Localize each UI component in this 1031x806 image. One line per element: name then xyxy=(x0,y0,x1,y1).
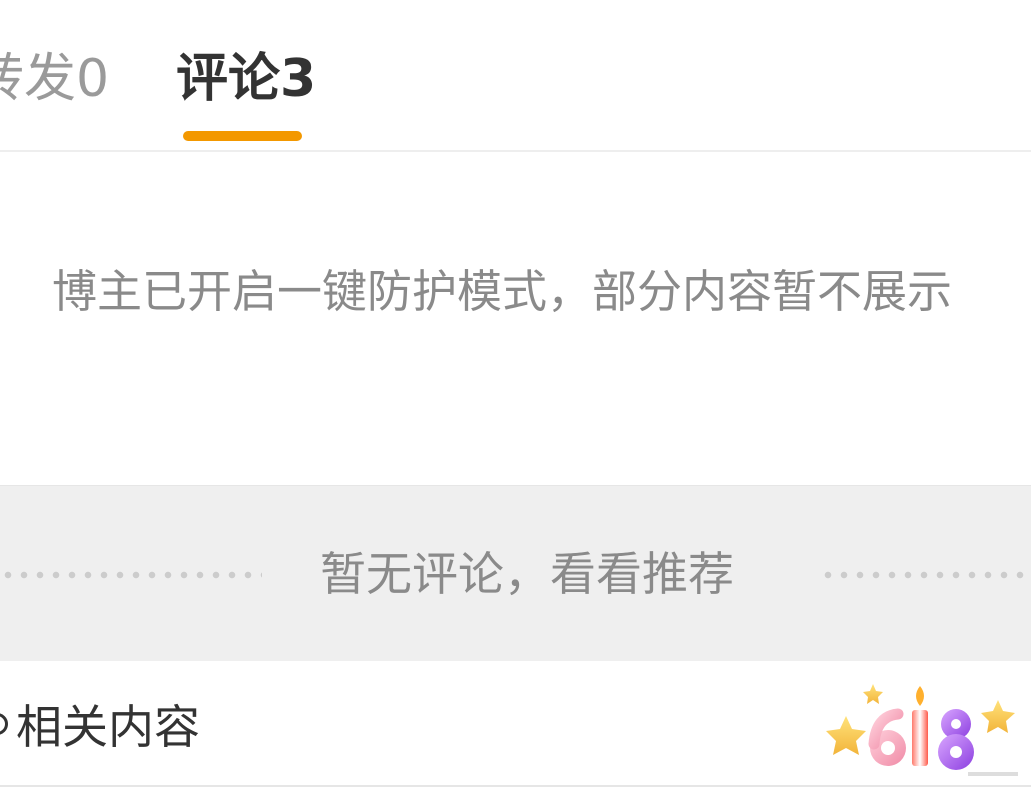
tab-bar: 转发0 评论3 xyxy=(0,0,1031,152)
active-tab-indicator xyxy=(183,131,302,141)
dotted-divider-left xyxy=(0,571,262,579)
dotted-divider-right xyxy=(820,571,1031,579)
related-circle-icon xyxy=(0,713,8,735)
tab-repost[interactable]: 转发0 xyxy=(0,44,109,114)
empty-comments-text: 暂无评论，看看推荐 xyxy=(320,547,734,601)
tab-comments[interactable]: 评论3 xyxy=(176,44,316,114)
protection-notice-text: 博主已开启一键防护模式，部分内容暂不展示 xyxy=(52,265,953,318)
bottom-strip xyxy=(0,787,1031,806)
protection-notice: 博主已开启一键防护模式，部分内容暂不展示 xyxy=(0,152,1031,485)
promo-618-icon xyxy=(826,684,1018,776)
empty-comments-band: 暂无评论，看看推荐 xyxy=(0,485,1031,661)
promo-618-badge[interactable] xyxy=(818,676,1018,786)
related-content-label: 相关内容 xyxy=(16,700,200,754)
